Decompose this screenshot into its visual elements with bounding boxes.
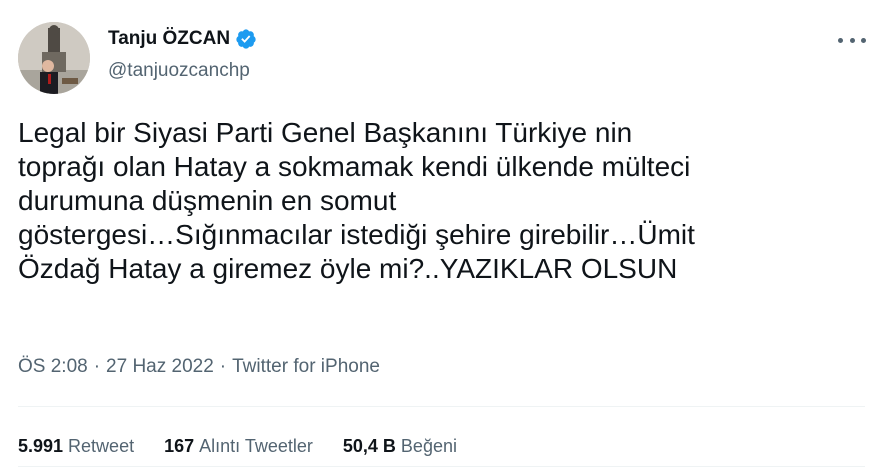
- verified-badge-icon: [236, 29, 256, 49]
- author-name-row: Tanju ÖZCAN: [108, 28, 257, 50]
- quotes-count: 167: [164, 436, 195, 456]
- divider: [18, 406, 865, 407]
- more-dot-icon: [861, 37, 866, 43]
- tweet-time[interactable]: ÖS 2:08: [18, 356, 88, 378]
- tweet-stats: 5.991 Retweet 167 Alıntı Tweetler 50,4 B…: [18, 436, 487, 457]
- quotes-stat[interactable]: 167 Alıntı Tweetler: [164, 436, 313, 457]
- likes-count: 50,4 B: [342, 436, 396, 456]
- tweet-date[interactable]: 27 Haz 2022: [106, 356, 214, 378]
- likes-stat[interactable]: 50,4 B Beğeni: [343, 436, 457, 457]
- quotes-label: Alıntı Tweetler: [199, 436, 313, 456]
- author-display-name[interactable]: Tanju ÖZCAN: [108, 28, 230, 50]
- meta-separator: ·: [219, 356, 227, 377]
- tweet-card: Tanju ÖZCAN @tanjuozcanchp Legal bir Siy…: [0, 0, 895, 472]
- profile-photo-icon: [18, 22, 90, 94]
- more-options-icon[interactable]: [838, 30, 866, 50]
- more-dot-icon: [838, 37, 843, 43]
- retweets-count: 5.991: [18, 436, 64, 456]
- retweets-stat[interactable]: 5.991 Retweet: [18, 436, 134, 457]
- tweet-source[interactable]: Twitter for iPhone: [232, 356, 380, 378]
- meta-separator: ·: [93, 356, 101, 377]
- retweets-label: Retweet: [68, 436, 135, 456]
- divider: [18, 466, 865, 467]
- author-handle[interactable]: @tanjuozcanchp: [108, 60, 250, 82]
- more-dot-icon: [849, 37, 855, 43]
- likes-label: Beğeni: [400, 436, 457, 456]
- tweet-text: Legal bir Siyasi Parti Genel Başkanını T…: [18, 117, 695, 284]
- author-avatar[interactable]: [18, 22, 90, 94]
- tweet-meta: ÖS 2:08 · 27 Haz 2022 · Twitter for iPho…: [18, 356, 380, 378]
